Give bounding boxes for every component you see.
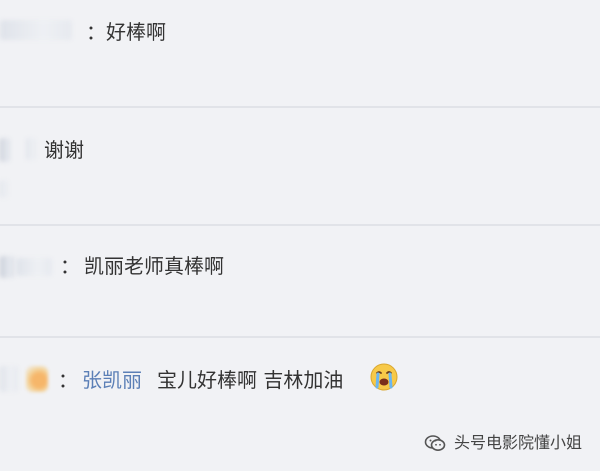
comment-colon: ： [86,20,106,44]
comment-item: ： 凯丽老师真棒啊 [0,226,600,336]
comment-colon: ： [58,368,78,392]
comment-item: ： 好棒啊 [0,0,600,108]
watermark: 头号电影院懂小姐 [424,433,582,453]
watermark-text: 头号电影院懂小姐 [453,433,582,452]
blurred-username [0,366,18,392]
wechat-icon [424,435,446,451]
comment-text: 凯丽老师真棒啊 [84,254,224,278]
comment-item: 谢谢 [0,108,600,226]
comment-text: 宝儿好棒啊 吉林加油 [157,368,344,392]
blurred-username [0,256,14,278]
blurred-username [0,138,10,162]
comment-colon: ： [60,254,80,278]
blurred-username [0,20,72,40]
comment-text: 谢谢 [44,138,84,162]
blurred-username [16,258,52,276]
comment-username[interactable]: 张凯丽 [82,368,142,392]
avatar [26,366,48,392]
crying-face-icon [370,363,398,391]
blurred-reply-text [0,180,8,198]
blurred-username [26,138,36,160]
comment-text: 好棒啊 [106,20,166,44]
